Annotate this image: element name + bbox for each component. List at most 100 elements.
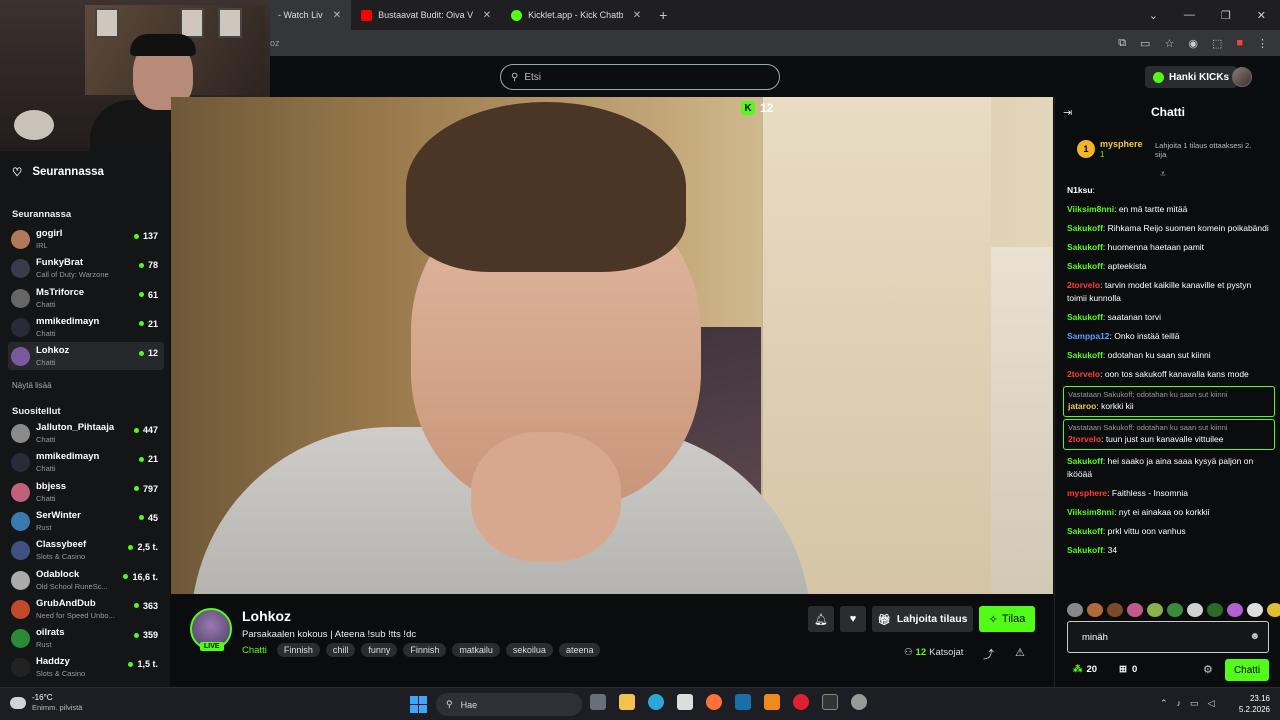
chat-message[interactable]: Sakukoff: huomenna haetaan pamit xyxy=(1063,238,1275,257)
chat-username[interactable]: Sakukoff xyxy=(1067,261,1103,271)
chat-username[interactable]: 2torvelo xyxy=(1068,434,1101,444)
channel-row[interactable]: Odablock Old School RuneSc... 16,6 t. xyxy=(8,566,164,594)
chat-message[interactable]: Sakukoff: apteekista xyxy=(1063,257,1275,276)
channel-row[interactable]: MsTriforce Chatti 61 xyxy=(8,284,164,312)
channel-row[interactable]: mmikedimayn Chatti 21 xyxy=(8,313,164,341)
chat-input[interactable]: minäh ☻ xyxy=(1067,621,1269,653)
account-icon[interactable]: ◉ xyxy=(1188,37,1198,50)
emote-icon[interactable] xyxy=(1207,603,1223,617)
chat-message[interactable]: mysphere: Faithless - Insomnia xyxy=(1063,484,1275,503)
gift-sub-button[interactable]: 🎁︎ Lahjoita tilaus xyxy=(872,606,973,632)
extensions-icon[interactable]: ⬚ xyxy=(1212,37,1222,50)
address-text[interactable]: oz xyxy=(270,38,280,48)
chat-message[interactable]: Sakukoff: hei saako ja aina saaa kysyä p… xyxy=(1063,452,1275,484)
chat-message[interactable]: Vastataan Sakukoff: odotahan ku saan sut… xyxy=(1063,386,1275,417)
subscribe-button[interactable]: ✧ Tilaa xyxy=(979,606,1035,632)
channel-row[interactable]: Classybeef Slots & Casino 2,5 t. xyxy=(8,536,164,564)
chat-username[interactable]: Samppa12 xyxy=(1067,331,1110,341)
chat-message[interactable]: Sakukoff: odotahan ku saan sut kiinni xyxy=(1063,346,1275,365)
chat-message[interactable]: Sakukoff: prkl vittu oon vanhus xyxy=(1063,522,1275,541)
emote-icon[interactable] xyxy=(1127,603,1143,617)
network-icon[interactable]: ▭ xyxy=(1190,698,1199,709)
channel-name[interactable]: Lohkoz xyxy=(242,608,291,624)
emote-icon[interactable] xyxy=(1187,603,1203,617)
chat-username[interactable]: Sakukoff xyxy=(1067,350,1103,360)
close-icon[interactable]: ✕ xyxy=(633,10,641,21)
emote-icon[interactable] xyxy=(1247,603,1263,617)
emoji-picker-icon[interactable]: ☻ xyxy=(1249,631,1260,642)
tag[interactable]: sekoilua xyxy=(505,643,553,657)
close-icon[interactable]: ✕ xyxy=(483,10,491,21)
report-icon[interactable]: ⚠ xyxy=(1015,646,1025,659)
menu-icon[interactable]: ⋮ xyxy=(1257,37,1268,50)
chat-message[interactable]: Sakukoff: Rihkama Reijo suomen komein po… xyxy=(1063,219,1275,238)
chat-username[interactable]: Sakukoff xyxy=(1067,223,1103,233)
emote-icon[interactable] xyxy=(1107,603,1123,617)
video-player[interactable]: K 12 xyxy=(171,97,1053,594)
emote-icon[interactable] xyxy=(1087,603,1103,617)
new-tab-button[interactable]: + xyxy=(659,7,667,23)
following-header[interactable]: ♡ Seurannassa xyxy=(12,165,104,179)
steam-icon[interactable] xyxy=(735,694,751,710)
tag[interactable]: Finnish xyxy=(403,643,447,657)
emote-icon[interactable] xyxy=(1067,603,1083,617)
start-button[interactable] xyxy=(410,696,427,713)
channel-row[interactable]: bbjess Chatti 797 xyxy=(8,478,164,506)
firefox-icon[interactable] xyxy=(706,694,722,710)
search-input[interactable]: ⚲ Etsi xyxy=(500,64,780,90)
channel-row[interactable]: Haddzy Slots & Casino 1,5 t. xyxy=(8,653,164,681)
tag[interactable]: ateena xyxy=(558,643,601,657)
clock[interactable]: 23.16 5.2.2026 xyxy=(1232,693,1270,715)
chevron-down-icon[interactable]: ⌄ xyxy=(1149,9,1158,22)
chat-username[interactable]: Viiksim8nni xyxy=(1067,507,1114,517)
channel-points[interactable]: ⁂ 20 xyxy=(1073,664,1097,675)
chat-message[interactable]: Sakukoff: 34 xyxy=(1063,541,1275,560)
chat-username[interactable]: Sakukoff xyxy=(1067,312,1103,322)
chat-message[interactable]: 2torvelo: tarvin modet kaikille kanavill… xyxy=(1063,276,1275,308)
tag[interactable]: Finnish xyxy=(276,643,320,657)
chat-username[interactable]: N1ksu xyxy=(1067,185,1093,195)
category-link[interactable]: Chatti xyxy=(242,645,267,656)
channel-row[interactable]: gogirl IRL 137 xyxy=(8,225,164,253)
tab-kicklet[interactable]: Kicklet.app - Kick Chatbot and C ✕ xyxy=(501,0,651,30)
edge-icon[interactable] xyxy=(648,694,664,710)
chat-username[interactable]: 2torvelo xyxy=(1067,280,1100,290)
gift-leaderboard[interactable]: 1 mysphere 1 Lahjoita 1 tilaus ottaakses… xyxy=(1077,137,1267,165)
taskbar-search[interactable]: ⚲ Hae xyxy=(436,693,582,716)
send-chat-button[interactable]: Chatti xyxy=(1225,659,1269,681)
cast-icon[interactable]: ▭ xyxy=(1140,37,1150,50)
emote-icon[interactable] xyxy=(1147,603,1163,617)
get-kicks-button[interactable]: Hanki KICKs xyxy=(1145,66,1238,88)
task-view-icon[interactable] xyxy=(590,694,606,710)
tag[interactable]: chill xyxy=(325,643,356,657)
user-avatar[interactable] xyxy=(1232,67,1252,87)
maximize-button[interactable]: ❐ xyxy=(1221,9,1231,22)
chat-username[interactable]: mysphere xyxy=(1067,488,1107,498)
channel-row[interactable]: Jalluton_Pihtaaja Chatti 447 xyxy=(8,419,164,447)
emote-icon[interactable] xyxy=(1227,603,1243,617)
close-icon[interactable]: ✕ xyxy=(333,10,341,21)
screenshot-icon[interactable]: ⧉ xyxy=(1118,37,1126,50)
tag[interactable]: matkailu xyxy=(452,643,500,657)
follow-button[interactable]: ♥ xyxy=(840,606,866,632)
chat-message[interactable]: 2torvelo: oon tos sakukoff kanavalla kan… xyxy=(1063,365,1275,384)
chat-username[interactable]: jataroo xyxy=(1068,401,1096,411)
minimize-button[interactable]: — xyxy=(1184,9,1195,21)
chat-username[interactable]: Sakukoff xyxy=(1067,242,1103,252)
chat-message[interactable]: Vastataan Sakukoff: odotahan ku saan sut… xyxy=(1063,419,1275,450)
store-icon[interactable] xyxy=(677,694,693,710)
channel-row[interactable]: Lohkoz Chatti 12 xyxy=(8,342,164,371)
file-explorer-icon[interactable] xyxy=(619,694,635,710)
gear-icon[interactable]: ⚙ xyxy=(1203,663,1213,676)
bookmark-star-icon[interactable]: ☆ xyxy=(1164,37,1174,50)
chat-username[interactable]: Sakukoff xyxy=(1067,456,1103,466)
extension-red-icon[interactable]: ■ xyxy=(1236,37,1243,50)
volume-icon[interactable]: ◁ xyxy=(1208,698,1215,709)
close-window-button[interactable]: ✕ xyxy=(1257,9,1266,22)
channel-row[interactable]: FunkyBrat Call of Duty: Warzone 78 xyxy=(8,254,164,282)
channel-row[interactable]: GrubAndDub Need for Speed Unbo... 363 xyxy=(8,595,164,623)
chat-username[interactable]: 2torvelo xyxy=(1067,369,1100,379)
opera-icon[interactable] xyxy=(793,694,809,710)
chat-username[interactable]: Sakukoff xyxy=(1067,545,1103,555)
terminal-icon[interactable] xyxy=(822,694,838,710)
